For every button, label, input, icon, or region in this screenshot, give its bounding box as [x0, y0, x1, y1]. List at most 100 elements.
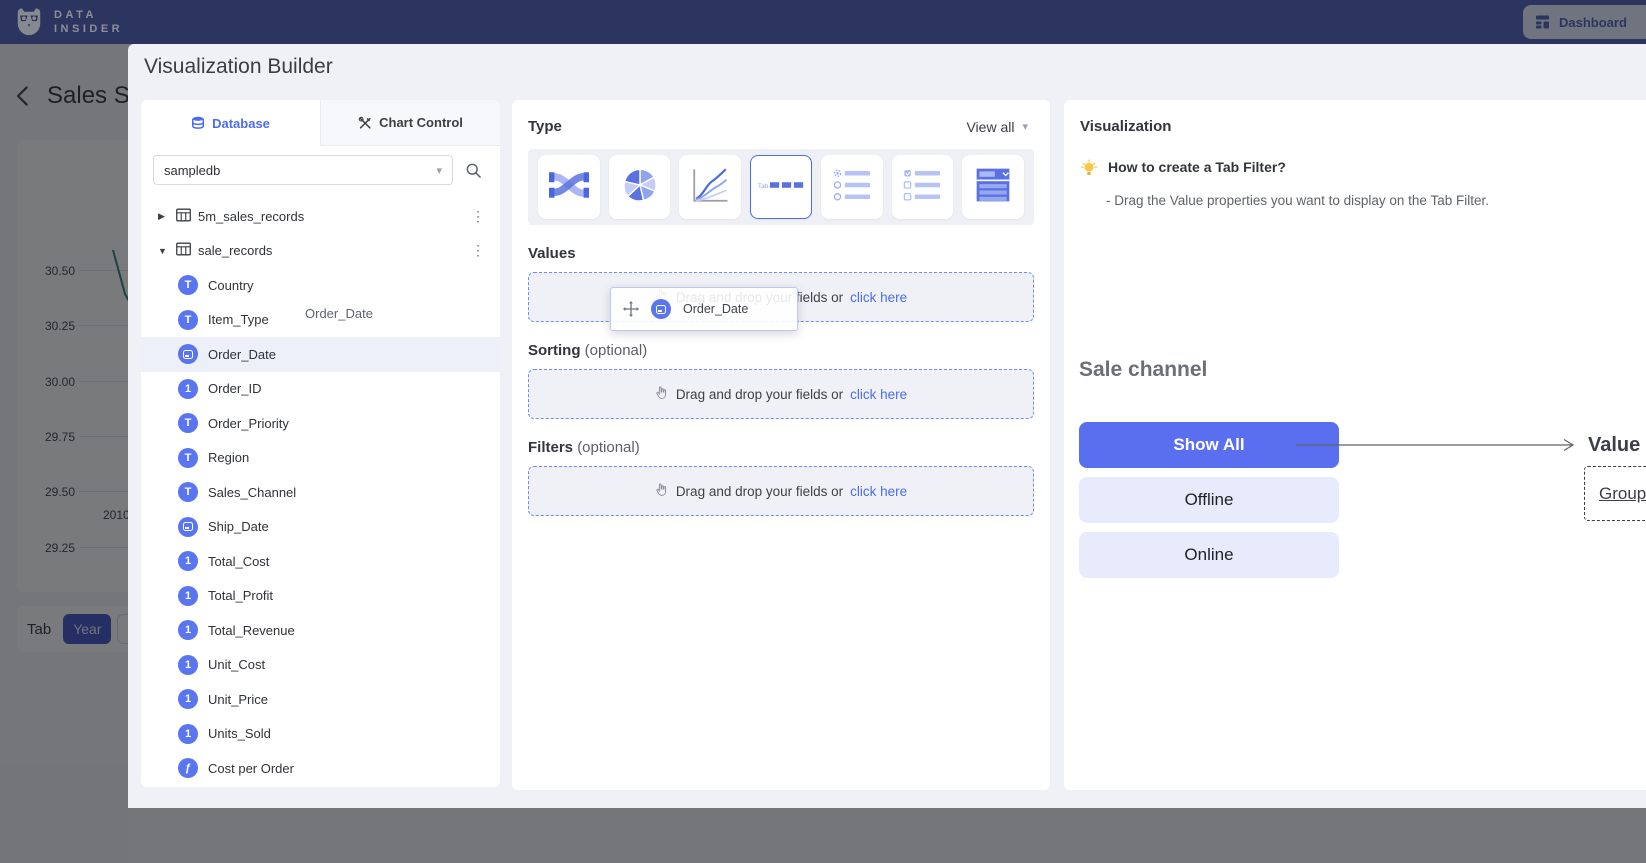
annotation-group-label[interactable]: Group [1599, 484, 1646, 504]
field-name: Order_Priority [208, 416, 289, 431]
chart-type-pie-chart[interactable] [609, 155, 671, 219]
database-panel: Database Chart Control sampledb ▾ [141, 100, 500, 787]
app-logo[interactable]: DATA INSIDER [14, 6, 123, 38]
drag-ghost-text: Order_Date [305, 306, 373, 321]
tab-database[interactable]: Database [141, 100, 320, 146]
field-row-order-id[interactable]: 1Order_ID [141, 372, 500, 407]
preview-button-offline[interactable]: Offline [1079, 477, 1339, 523]
preview-title: Sale channel [1079, 358, 1207, 382]
field-row-cost-per-order[interactable]: ƒCost per Order [141, 751, 500, 786]
sorting-click-here-link[interactable]: click here [850, 387, 907, 402]
dashboard-button-label: Dashboard [1559, 15, 1627, 30]
view-all-label: View all [966, 119, 1014, 135]
field-name: Country [208, 278, 254, 293]
number-field-icon: 1 [178, 689, 198, 709]
field-name: Units_Sold [208, 726, 271, 741]
chevron-down-icon: ▾ [1022, 120, 1028, 133]
field-row-sales-channel[interactable]: T Sales_Channel [141, 475, 500, 510]
left-panel-tabbar: Database Chart Control [141, 100, 500, 146]
number-field-icon: 1 [178, 620, 198, 640]
formula-field-icon: ƒ [178, 758, 198, 778]
filters-dropzone[interactable]: Drag and drop your fields or click here [528, 466, 1034, 516]
filters-click-here-link[interactable]: click here [850, 484, 907, 499]
table-menu-icon[interactable]: ⋮ [471, 208, 485, 225]
dragging-field-card[interactable]: Order_Date [610, 287, 798, 331]
field-tree: ▶5m_sales_records⋮ ▼ sale_records ⋮ T Country… [141, 199, 500, 786]
field-name: Ship_Date [208, 519, 269, 534]
number-field-icon: 1 [178, 586, 198, 606]
field-name: Total_Profit [208, 588, 273, 603]
sankey-chart-icon [547, 165, 591, 210]
values-click-here-link[interactable]: click here [850, 290, 907, 305]
field-name: Region [208, 450, 249, 465]
view-all-button[interactable]: View all ▾ [966, 119, 1028, 135]
field-row-total-revenue[interactable]: 1 Total_Revenue [141, 613, 500, 648]
tip-title: How to create a Tab Filter? [1108, 159, 1286, 175]
table-row[interactable]: ▶5m_sales_records⋮ [141, 199, 500, 234]
field-row-unit-price[interactable]: 1Unit_Price [141, 682, 500, 717]
logo-line-1: DATA [54, 8, 123, 22]
pie-chart-icon [619, 164, 661, 211]
annotation-arrow [1294, 436, 1584, 454]
field-name: Sales_Channel [208, 485, 296, 500]
date-field-icon [178, 344, 198, 364]
chart-type-radio-filter[interactable] [821, 155, 883, 219]
svg-text:Tab: Tab [758, 182, 769, 189]
chevron-down-icon: ▾ [436, 164, 442, 177]
field-row-total-cost[interactable]: 1 Total_Cost [141, 544, 500, 579]
field-row-region[interactable]: T Region [141, 441, 500, 476]
sorting-dropzone[interactable]: Drag and drop your fields or click here [528, 369, 1034, 419]
owl-logo-icon [14, 6, 44, 38]
text-field-icon: T [178, 448, 198, 468]
filters-section-label: Filters [528, 439, 573, 456]
database-icon [191, 116, 205, 130]
field-row-order-date[interactable]: Order_Date [141, 337, 500, 372]
lightbulb-icon [1080, 159, 1098, 179]
tab-chart-control[interactable]: Chart Control [320, 100, 500, 146]
text-field-icon: T [178, 275, 198, 295]
table-menu-icon[interactable]: ⋮ [471, 242, 485, 259]
preview-button-online[interactable]: Online [1079, 532, 1339, 578]
tab-chart-control-label: Chart Control [379, 115, 463, 130]
dropdown-filter-icon [973, 165, 1013, 210]
table-name: sale_records [198, 243, 272, 258]
field-row-total-profit[interactable]: 1 Total_Profit [141, 579, 500, 614]
chart-type-line-chart[interactable] [679, 155, 741, 219]
chart-type-dropdown-filter[interactable] [962, 155, 1024, 219]
text-field-icon: T [178, 482, 198, 502]
number-field-icon: 1 [178, 551, 198, 571]
field-row-order-priority[interactable]: TOrder_Priority [141, 406, 500, 441]
field-name: Total_Cost [208, 554, 269, 569]
field-row-country[interactable]: T Country [141, 268, 500, 303]
table-icon [176, 208, 191, 225]
top-navbar: DATA INSIDER Dashboard [0, 0, 1646, 44]
number-field-icon: 1 [178, 655, 198, 675]
chart-type-tab-filter-selected[interactable]: Tab [750, 155, 812, 219]
table-icon [176, 242, 191, 259]
sorting-optional-label: (optional) [585, 342, 648, 359]
radio-filter-icon [832, 166, 872, 209]
chart-type-checkbox-filter[interactable] [892, 155, 954, 219]
builder-panel: Type View all ▾ Tab Values Drag and drop… [512, 100, 1050, 790]
logo-line-2: INSIDER [54, 22, 123, 36]
caret-down-icon[interactable]: ▼ [158, 246, 170, 256]
dashboard-icon [1535, 14, 1551, 30]
field-row-unit-cost[interactable]: 1 Unit_Cost [141, 648, 500, 683]
search-icon[interactable] [465, 162, 482, 179]
caret-right-icon[interactable]: ▶ [158, 211, 170, 222]
field-row-ship-date[interactable]: Ship_Date [141, 510, 500, 545]
tip-body: - Drag the Value properties you want to … [1064, 179, 1646, 208]
field-name: Unit_Cost [208, 657, 265, 672]
visualization-header: Visualization [1064, 100, 1646, 135]
chart-type-sankey-chart[interactable] [538, 155, 600, 219]
field-row-units-sold[interactable]: 1 Units_Sold [141, 717, 500, 752]
tools-icon [358, 116, 372, 130]
datasource-select[interactable]: sampledb ▾ [153, 155, 453, 185]
number-field-icon: 1 [178, 724, 198, 744]
dashboard-button[interactable]: Dashboard [1523, 5, 1646, 39]
date-field-icon [651, 299, 671, 319]
table-row[interactable]: ▼ sale_records ⋮ [141, 234, 500, 269]
field-name: Total_Revenue [208, 623, 295, 638]
number-field-icon: 1 [178, 379, 198, 399]
chart-type-strip: Tab [528, 149, 1034, 225]
